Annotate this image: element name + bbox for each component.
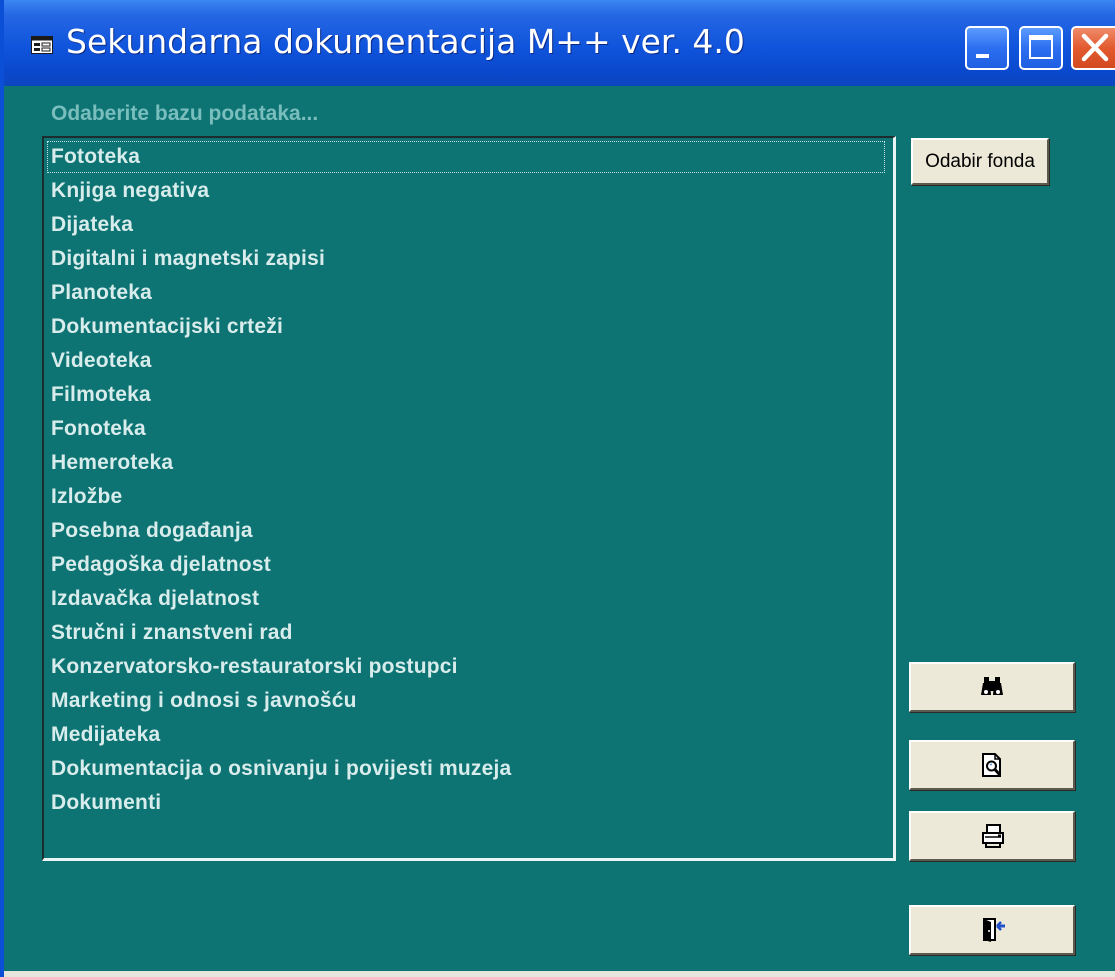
binoculars-icon [981,677,1003,695]
minimize-icon [976,54,989,58]
list-item[interactable]: Fototeka [47,141,885,173]
list-item[interactable]: Dijateka [51,209,133,241]
list-item[interactable]: Pedagoška djelatnost [51,549,271,581]
minimize-button[interactable] [965,26,1009,70]
list-item[interactable]: Videoteka [51,345,152,377]
form-icon[interactable] [31,36,53,54]
list-item[interactable]: Izdavačka djelatnost [51,583,259,615]
title-bar[interactable]: Sekundarna dokumentacija M++ ver. 4.0 [4,0,1115,86]
maximize-button[interactable] [1019,26,1063,70]
status-strip [4,971,1115,977]
list-item[interactable]: Dokumentacijski crteži [51,311,283,343]
list-item[interactable]: Fonoteka [51,413,146,445]
select-fond-button[interactable]: Odabir fonda [911,138,1049,185]
list-item[interactable]: Digitalni i magnetski zapisi [51,243,325,275]
list-item[interactable]: Planoteka [51,277,152,309]
window-title: Sekundarna dokumentacija M++ ver. 4.0 [66,22,745,61]
app-window: Sekundarna dokumentacija M++ ver. 4.0 Od… [0,0,1115,977]
print-button[interactable] [909,811,1075,861]
list-item[interactable]: Posebna događanja [51,515,253,547]
list-item[interactable]: Dokumentacija o osnivanju i povijesti mu… [51,753,511,785]
list-item[interactable]: Izložbe [51,481,122,513]
exit-door-icon [983,918,1005,942]
database-listbox[interactable]: Fototeka Knjiga negativa Dijateka Digita… [42,136,896,861]
search-button[interactable] [909,662,1075,712]
print-preview-icon [982,753,1002,777]
list-item[interactable]: Filmoteka [51,379,151,411]
select-database-prompt: Odaberite bazu podataka... [51,102,319,125]
list-item[interactable]: Konzervatorsko-restauratorski postupci [51,651,458,683]
close-button[interactable] [1071,26,1115,70]
list-item[interactable]: Hemeroteka [51,447,173,479]
list-item[interactable]: Medijateka [51,719,160,751]
close-icon [1081,33,1109,62]
list-item[interactable]: Stručni i znanstveni rad [51,617,293,649]
printer-icon [982,824,1004,848]
list-item[interactable]: Marketing i odnosi s javnošću [51,685,357,717]
exit-button[interactable] [909,905,1075,955]
maximize-icon [1029,35,1053,59]
print-preview-button[interactable] [909,740,1075,790]
list-item[interactable]: Dokumenti [51,787,161,819]
list-item[interactable]: Knjiga negativa [51,175,209,207]
